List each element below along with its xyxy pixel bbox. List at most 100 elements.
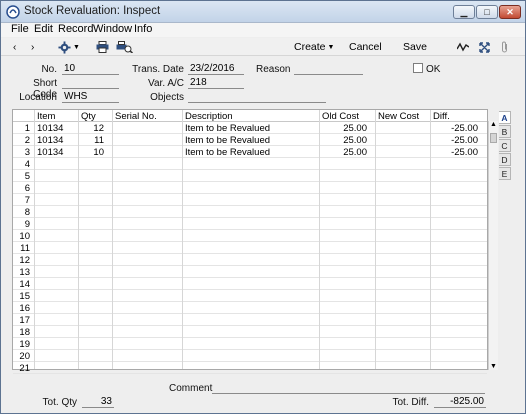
save-button[interactable]: Save	[403, 40, 427, 54]
print-button[interactable]	[96, 40, 109, 54]
col-divider	[430, 110, 431, 369]
table-row[interactable]: 17	[13, 314, 487, 326]
cell-item[interactable]: 10134	[37, 135, 63, 146]
cell-qty[interactable]: 10	[78, 147, 104, 158]
cell-diff[interactable]: -25.00	[430, 123, 478, 134]
close-button[interactable]: ✕	[499, 5, 521, 19]
back-button[interactable]: ‹	[13, 40, 16, 54]
table-row[interactable]: 18	[13, 326, 487, 338]
cell-old[interactable]: 25.00	[319, 135, 367, 146]
table-row[interactable]: 20	[13, 350, 487, 362]
cell-item[interactable]: 10134	[37, 147, 63, 158]
create-button[interactable]: Create ▼	[294, 40, 334, 54]
table-row[interactable]: 3 10134 10 Item to be Revalued 25.00 -25.00	[13, 146, 487, 158]
table-row[interactable]: 8	[13, 206, 487, 218]
settings-menu-button[interactable]: ▼	[58, 40, 80, 54]
no-label: No.	[41, 64, 57, 75]
table-row[interactable]: 10	[13, 230, 487, 242]
cancel-button[interactable]: Cancel	[349, 40, 382, 54]
var-ac-label: Var. A/C	[148, 78, 184, 89]
cell-item[interactable]: 10134	[37, 123, 63, 134]
activity-button[interactable]	[457, 40, 469, 54]
col-divider	[319, 110, 320, 369]
table-row[interactable]: 12	[13, 254, 487, 266]
cell-diff[interactable]: -25.00	[430, 135, 478, 146]
row-number: 12	[19, 255, 30, 266]
menu-file[interactable]: File	[11, 23, 29, 35]
cell-desc[interactable]: Item to be Revalued	[185, 147, 270, 158]
expand-icon	[479, 41, 490, 53]
tab-a[interactable]: A	[499, 111, 511, 124]
row-number: 13	[19, 267, 30, 278]
table-row[interactable]: 7	[13, 194, 487, 206]
table-row[interactable]: 14	[13, 278, 487, 290]
dropdown-arrow-icon: ▼	[73, 43, 80, 51]
tab-c[interactable]: C	[499, 139, 511, 152]
expand-button[interactable]	[479, 40, 490, 54]
table-row[interactable]: 4	[13, 158, 487, 170]
location-field[interactable]: WHS	[62, 91, 119, 103]
comment-field[interactable]	[212, 382, 485, 394]
row-number: 20	[19, 351, 30, 362]
col-header-old-cost: Old Cost	[322, 111, 359, 122]
col-divider	[112, 110, 113, 369]
row-number: 19	[19, 339, 30, 350]
ok-checkbox[interactable]	[413, 63, 423, 73]
menu-info[interactable]: Info	[134, 23, 152, 35]
table-row[interactable]: 1 10134 12 Item to be Revalued 25.00 -25.00	[13, 122, 487, 134]
menu-record[interactable]: Record	[58, 23, 93, 35]
row-number: 6	[24, 183, 30, 194]
col-header-description: Description	[185, 111, 233, 122]
cell-desc[interactable]: Item to be Revalued	[185, 135, 270, 146]
scroll-thumb[interactable]	[490, 133, 497, 143]
table-row[interactable]: 9	[13, 218, 487, 230]
app-icon	[6, 5, 20, 19]
tot-diff-label: Tot. Diff.	[392, 397, 430, 408]
table-row[interactable]: 6	[13, 182, 487, 194]
toolbar: ‹ › ▼ Create ▼ Cancel Save	[1, 38, 525, 56]
col-divider	[182, 110, 183, 369]
tab-d[interactable]: D	[499, 153, 511, 166]
tot-qty-field: 33	[82, 396, 114, 408]
cell-qty[interactable]: 11	[78, 135, 104, 146]
no-field[interactable]: 10	[62, 63, 119, 75]
objects-field[interactable]	[188, 91, 326, 103]
var-ac-field[interactable]: 218	[188, 77, 244, 89]
menu-window[interactable]: Window	[93, 23, 132, 35]
scroll-up-icon[interactable]: ▲	[490, 121, 497, 128]
maximize-button[interactable]: □	[476, 5, 498, 19]
attachment-icon	[502, 41, 507, 53]
table-row[interactable]: 11	[13, 242, 487, 254]
row-number: 9	[24, 219, 30, 230]
trans-date-field[interactable]: 23/2/2016	[188, 63, 244, 75]
table-row[interactable]: 13	[13, 266, 487, 278]
col-divider	[34, 110, 35, 369]
minimize-button[interactable]: ▁	[453, 5, 475, 19]
forward-arrow-icon: ›	[31, 41, 35, 53]
save-label: Save	[403, 41, 427, 53]
row-number: 3	[24, 147, 30, 158]
cell-diff[interactable]: -25.00	[430, 147, 478, 158]
col-header-new-cost: New Cost	[378, 111, 420, 122]
tab-e[interactable]: E	[499, 167, 511, 180]
short-code-field[interactable]	[62, 77, 119, 89]
attachment-button[interactable]	[500, 40, 509, 54]
cell-old[interactable]: 25.00	[319, 123, 367, 134]
table-row[interactable]: 2 10134 11 Item to be Revalued 25.00 -25.00	[13, 134, 487, 146]
cell-desc[interactable]: Item to be Revalued	[185, 123, 270, 134]
table-row[interactable]: 5	[13, 170, 487, 182]
table-row[interactable]: 19	[13, 338, 487, 350]
print-preview-button[interactable]	[116, 40, 133, 54]
reason-label: Reason	[256, 64, 291, 75]
menu-edit[interactable]: Edit	[34, 23, 53, 35]
reason-field[interactable]	[294, 63, 363, 75]
table-row[interactable]: 21	[13, 362, 487, 374]
grid-scrollbar[interactable]: ▲ ▼	[488, 121, 498, 370]
forward-button[interactable]: ›	[31, 40, 34, 54]
tab-b[interactable]: B	[499, 125, 511, 138]
scroll-down-icon[interactable]: ▼	[490, 363, 497, 370]
cell-qty[interactable]: 12	[78, 123, 104, 134]
cell-old[interactable]: 25.00	[319, 147, 367, 158]
table-row[interactable]: 16	[13, 302, 487, 314]
table-row[interactable]: 15	[13, 290, 487, 302]
